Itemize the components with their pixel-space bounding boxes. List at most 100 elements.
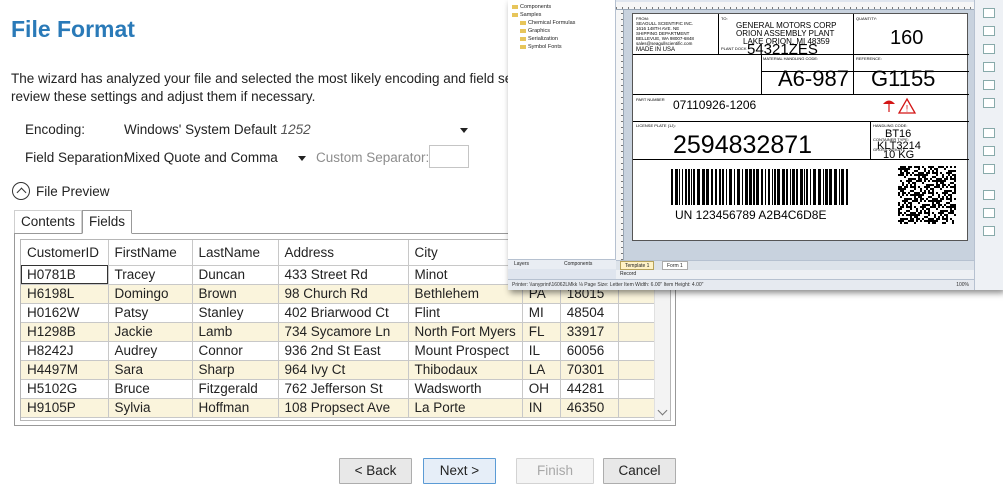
column-header[interactable]: Address bbox=[278, 240, 409, 266]
table-cell[interactable]: 44281 bbox=[560, 379, 619, 399]
cancel-button[interactable]: Cancel bbox=[603, 458, 676, 484]
table-cell[interactable]: Sylvia bbox=[108, 398, 193, 418]
table-cell[interactable]: Minot bbox=[408, 265, 523, 285]
table-cell[interactable]: H9105P bbox=[21, 398, 109, 418]
table-cell[interactable]: 762 Jefferson St bbox=[278, 379, 409, 399]
table-cell[interactable]: Duncan bbox=[192, 265, 279, 285]
table-cell[interactable]: 402 Briarwood Ct bbox=[278, 303, 409, 323]
tree-item[interactable]: Serialization bbox=[520, 36, 558, 42]
table-cell[interactable]: Audrey bbox=[108, 341, 193, 361]
back-button[interactable]: < Back bbox=[339, 458, 412, 484]
table-cell[interactable]: Domingo bbox=[108, 284, 193, 304]
rotate-tool-icon[interactable] bbox=[983, 190, 995, 200]
table-cell[interactable]: 70301 bbox=[560, 360, 619, 380]
table-cell[interactable]: H6198L bbox=[21, 284, 109, 304]
table-cell[interactable]: H5102G bbox=[21, 379, 109, 399]
tree-item[interactable]: Graphics bbox=[520, 28, 550, 34]
table-cell[interactable]: OH bbox=[522, 379, 561, 399]
distribute-tool-icon[interactable] bbox=[983, 146, 995, 156]
table-cell[interactable]: Hoffman bbox=[192, 398, 279, 418]
shipping-label[interactable]: FROM: SEAGULL SCIENTIFIC INC. 1616 148TH… bbox=[632, 13, 969, 241]
column-header[interactable]: City bbox=[408, 240, 523, 266]
table-cell[interactable]: IL bbox=[522, 341, 561, 361]
table-cell[interactable]: 964 Ivy Ct bbox=[278, 360, 409, 380]
shape-tool-icon[interactable] bbox=[983, 80, 995, 90]
table-cell[interactable]: H0162W bbox=[21, 303, 109, 323]
table-cell[interactable]: MI bbox=[522, 303, 561, 323]
table-row[interactable]: H1298B Jackie Lamb 734 Sycamore Ln North For… bbox=[21, 322, 662, 342]
table-cell[interactable]: Lamb bbox=[192, 322, 279, 342]
tab-layers[interactable]: Layers bbox=[514, 261, 529, 267]
table-cell[interactable]: Jackie bbox=[108, 322, 193, 342]
tree-item[interactable]: Components bbox=[512, 4, 551, 10]
table-cell[interactable]: LA bbox=[522, 360, 561, 380]
tab-fields[interactable]: Fields bbox=[82, 210, 133, 234]
picture-tool-icon[interactable] bbox=[983, 98, 995, 108]
table-cell[interactable]: 48504 bbox=[560, 303, 619, 323]
table-cell[interactable]: IN bbox=[522, 398, 561, 418]
field-separation-dropdown-icon[interactable] bbox=[298, 156, 306, 161]
tree-item[interactable]: Samples bbox=[512, 12, 541, 18]
table-cell[interactable]: H4497M bbox=[21, 360, 109, 380]
table-cell[interactable]: Bruce bbox=[108, 379, 193, 399]
barcode-tool-icon[interactable] bbox=[983, 44, 995, 54]
table-cell[interactable]: Bethlehem bbox=[408, 284, 523, 304]
column-header[interactable]: LastName bbox=[192, 240, 279, 266]
table-cell[interactable]: Fitzgerald bbox=[192, 379, 279, 399]
scroll-down-icon[interactable] bbox=[657, 405, 668, 416]
group-tool-icon[interactable] bbox=[983, 164, 995, 174]
collapse-preview-icon[interactable] bbox=[12, 182, 30, 200]
table-cell[interactable]: Sharp bbox=[192, 360, 279, 380]
table-cell[interactable]: Flint bbox=[408, 303, 523, 323]
table-row[interactable]: H8242J Audrey Connor 936 2nd St East Mount P… bbox=[21, 341, 662, 361]
table-cell[interactable]: H0781B bbox=[21, 265, 109, 285]
table-cell[interactable]: Thibodaux bbox=[408, 360, 523, 380]
table-cell[interactable]: Brown bbox=[192, 284, 279, 304]
table-cell[interactable]: 936 2nd St East bbox=[278, 341, 409, 361]
table-row[interactable]: H4497M Sara Sharp 964 Ivy Ct Thibodaux LA 7030… bbox=[21, 360, 662, 380]
next-button[interactable]: Next > bbox=[423, 458, 496, 484]
table-cell[interactable]: Patsy bbox=[108, 303, 193, 323]
tab-contents[interactable]: Contents bbox=[14, 210, 83, 234]
tab-form-1[interactable]: Form 1 bbox=[662, 261, 688, 270]
table-cell[interactable]: 433 Street Rd bbox=[278, 265, 409, 285]
table-row[interactable]: H9105P Sylvia Hoffman 108 Propsect Ave La Po… bbox=[21, 398, 662, 418]
encoding-dropdown-icon[interactable] bbox=[460, 128, 468, 133]
tab-template-1[interactable]: Template 1 bbox=[620, 261, 655, 270]
table-cell[interactable]: 33917 bbox=[560, 322, 619, 342]
order-tool-icon[interactable] bbox=[983, 208, 995, 218]
custom-separator-input[interactable] bbox=[429, 145, 469, 168]
file-preview-label[interactable]: File Preview bbox=[36, 184, 110, 199]
table-cell[interactable]: H8242J bbox=[21, 341, 109, 361]
table-cell[interactable]: Stanley bbox=[192, 303, 279, 323]
table-cell[interactable]: 60056 bbox=[560, 341, 619, 361]
table-cell[interactable]: 734 Sycamore Ln bbox=[278, 322, 409, 342]
tree-item[interactable]: Symbol Fonts bbox=[520, 44, 562, 50]
text-tool-icon[interactable] bbox=[983, 26, 995, 36]
table-cell[interactable]: Tracey bbox=[108, 265, 193, 285]
zoom-level[interactable]: 100% bbox=[956, 280, 969, 290]
table-cell[interactable]: La Porte bbox=[408, 398, 523, 418]
select-tool-icon[interactable] bbox=[983, 8, 995, 18]
table-cell[interactable]: Wadsworth bbox=[408, 379, 523, 399]
table-cell[interactable]: 46350 bbox=[560, 398, 619, 418]
table-cell[interactable]: H1298B bbox=[21, 322, 109, 342]
table-cell[interactable]: Sara bbox=[108, 360, 193, 380]
tab-components[interactable]: Components bbox=[564, 261, 592, 267]
table-cell[interactable]: Connor bbox=[192, 341, 279, 361]
encoding-select[interactable]: Windows' System Default 1252 bbox=[124, 120, 474, 140]
column-header[interactable]: FirstName bbox=[108, 240, 193, 266]
table-row[interactable]: H5102G Bruce Fitzgerald 762 Jefferson St Wad… bbox=[21, 379, 662, 399]
table-cell[interactable]: North Fort Myers bbox=[408, 322, 523, 342]
align-tool-icon[interactable] bbox=[983, 128, 995, 138]
line-tool-icon[interactable] bbox=[983, 62, 995, 72]
field-separation-select[interactable]: Mixed Quote and Comma bbox=[124, 148, 309, 168]
table-cell[interactable]: 98 Church Rd bbox=[278, 284, 409, 304]
lock-tool-icon[interactable] bbox=[983, 226, 995, 236]
column-header[interactable]: CustomerID bbox=[21, 240, 109, 266]
table-cell[interactable]: Mount Prospect bbox=[408, 341, 523, 361]
table-row[interactable]: H0162W Patsy Stanley 402 Briarwood Ct Flint M… bbox=[21, 303, 662, 323]
table-cell[interactable]: 108 Propsect Ave bbox=[278, 398, 409, 418]
tree-item[interactable]: Chemical Formulas bbox=[520, 20, 575, 26]
table-cell[interactable]: FL bbox=[522, 322, 561, 342]
